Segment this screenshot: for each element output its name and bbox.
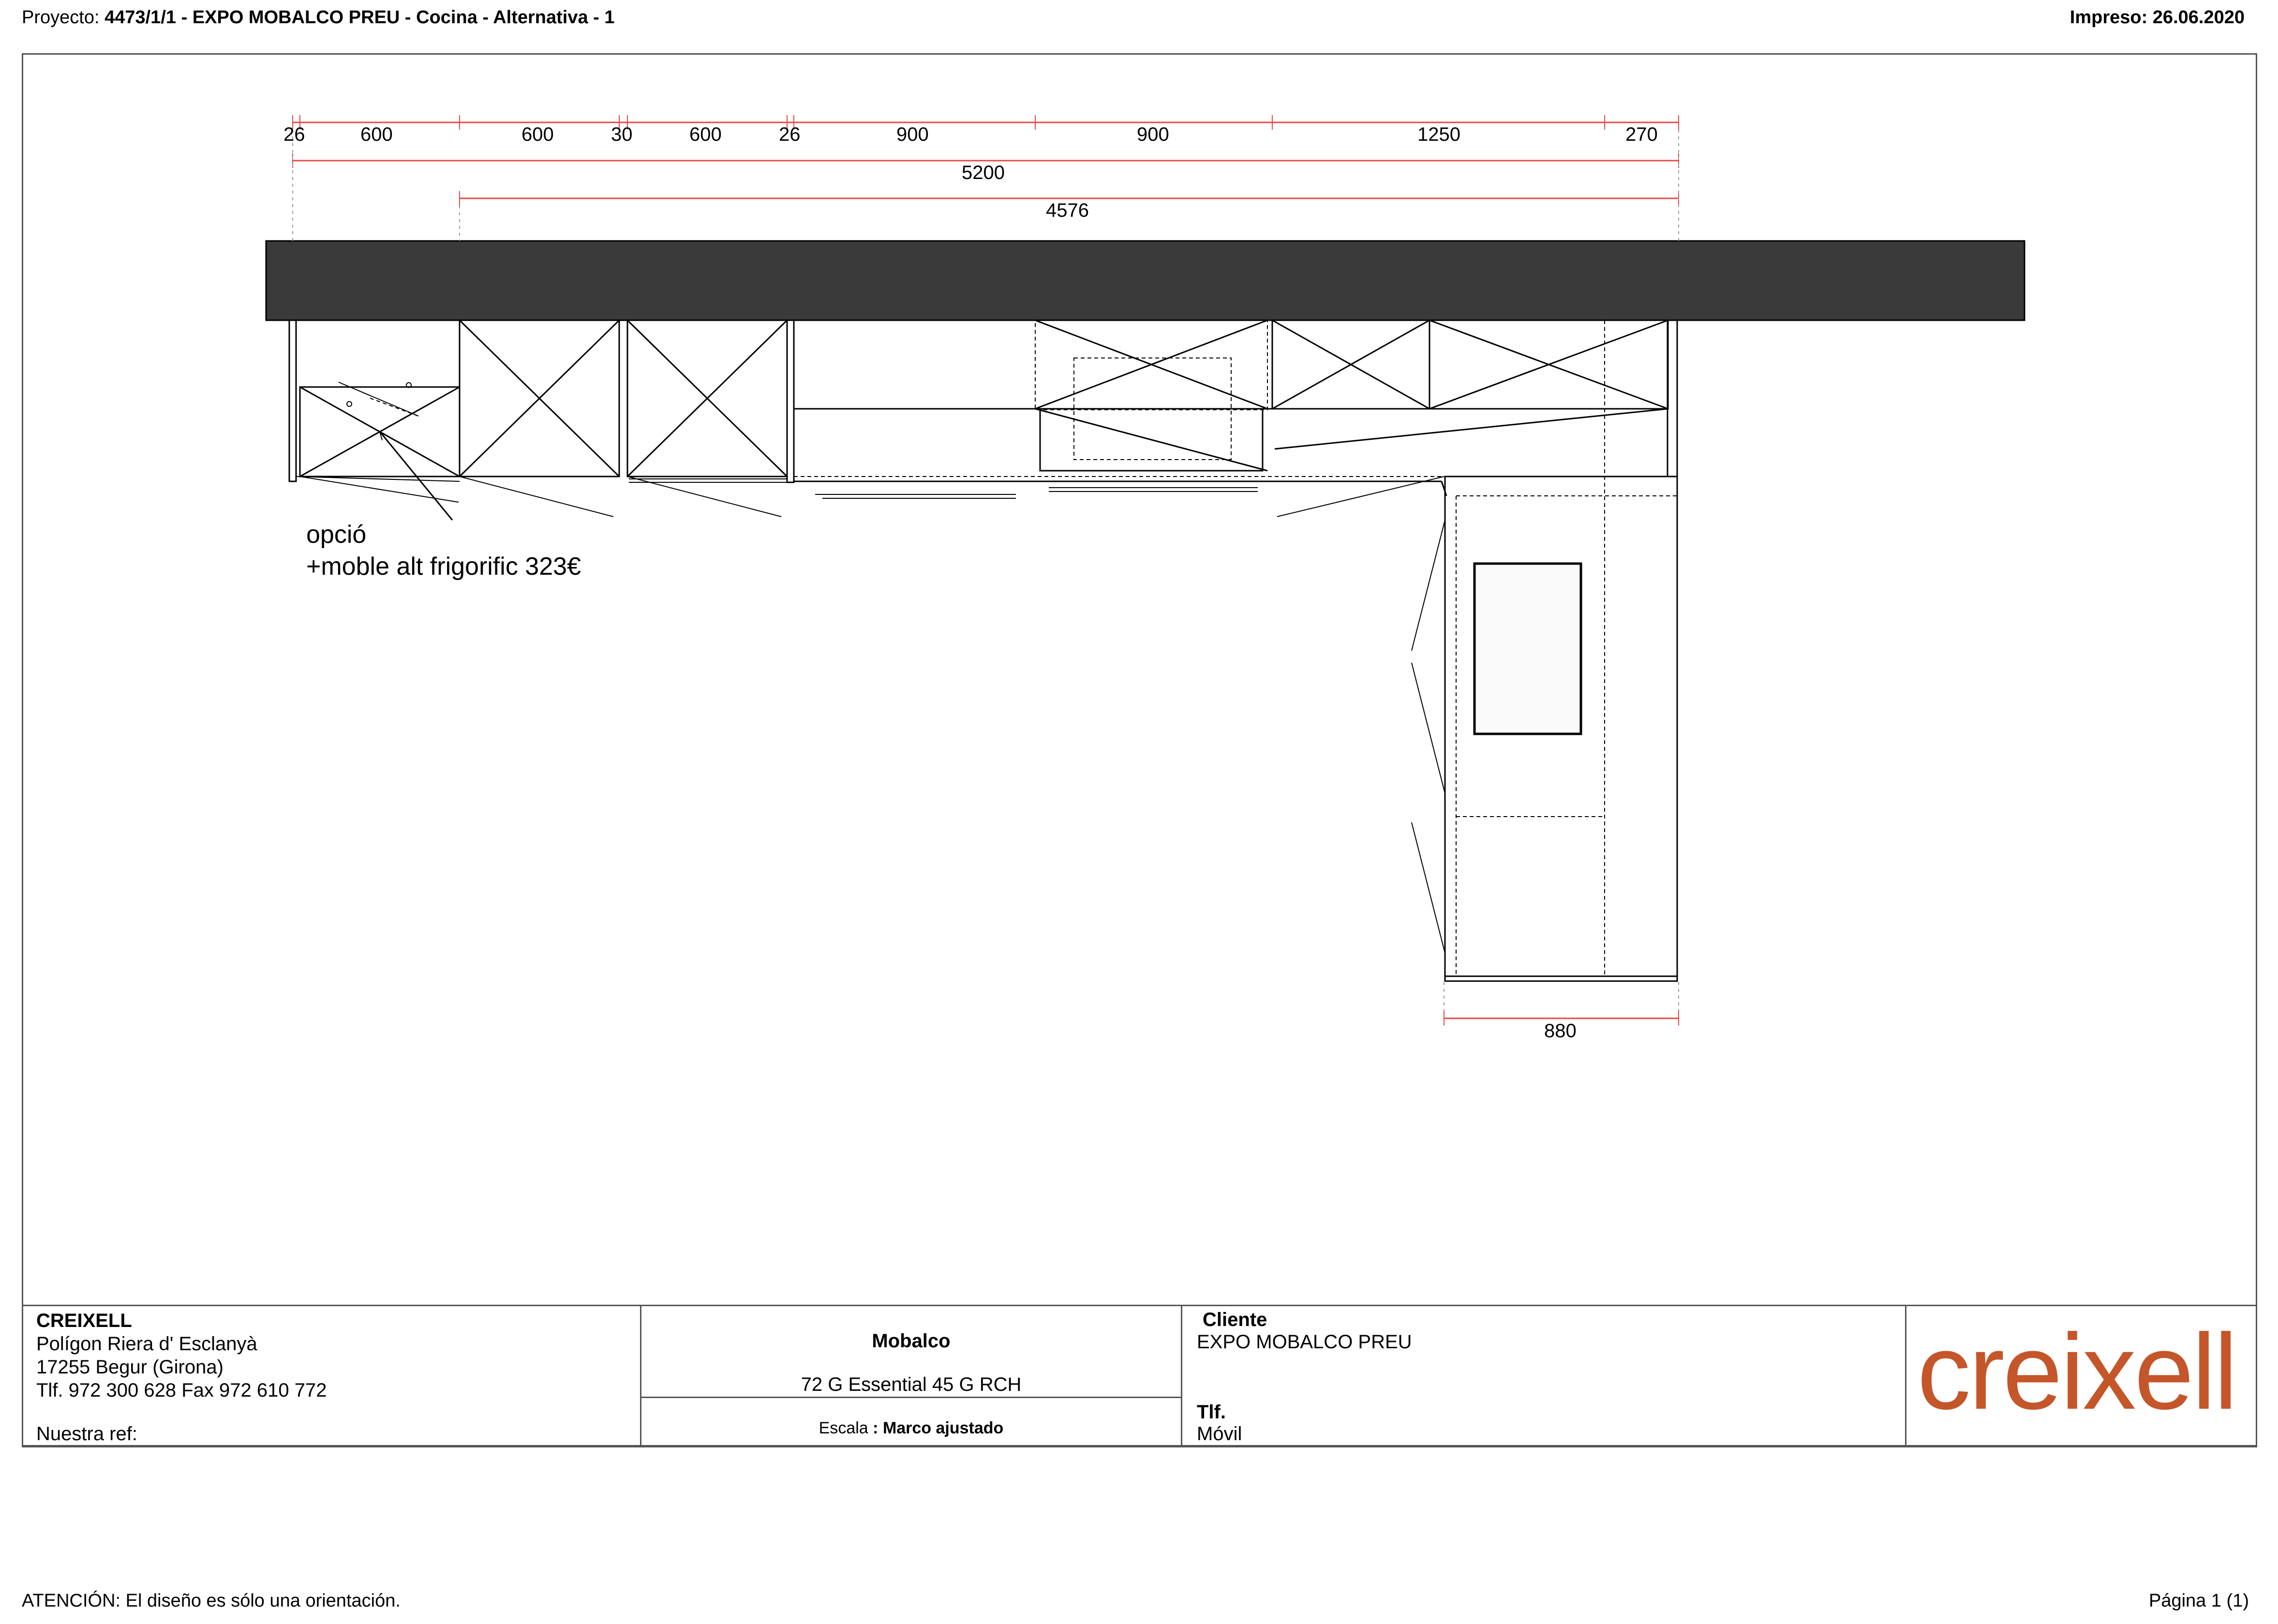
model-name: 72 G Essential 45 G RCH xyxy=(801,1374,1022,1395)
company-name: CREIXELL xyxy=(36,1310,132,1331)
dim-total-5200: 5200 xyxy=(962,162,1005,183)
company-cell: CREIXELL Polígon Riera d' Esclanyà 17255… xyxy=(23,1306,641,1446)
dim-600-b: 600 xyxy=(521,124,554,145)
brand-name: Mobalco xyxy=(872,1330,951,1352)
company-phone: Tlf. 972 300 628 Fax 972 610 772 xyxy=(36,1380,327,1401)
mobile-label: Móvil xyxy=(1197,1423,1242,1445)
company-address-2: 17255 Begur (Girona) xyxy=(36,1356,223,1378)
logo-cell: creixell xyxy=(1906,1306,2256,1446)
annotation-option: opció xyxy=(306,521,367,549)
dim-26-a: 26 xyxy=(283,124,305,145)
product-cell: Mobalco 72 G Essential 45 G RCH Escala :… xyxy=(641,1306,1182,1446)
attention-note: ATENCIÓN: El diseño es sólo una orientac… xyxy=(22,1591,401,1611)
dim-900-a: 900 xyxy=(896,124,929,145)
dim-30: 30 xyxy=(611,124,633,145)
side-panel-left xyxy=(288,318,297,482)
page-number: Página 1 (1) xyxy=(2148,1591,2249,1611)
scale: Escala : Marco ajustado xyxy=(641,1416,1181,1440)
tlf-label: Tlf. xyxy=(1197,1401,1226,1423)
company-address-1: Polígon Riera d' Esclanyà xyxy=(36,1333,257,1355)
sink-cutout xyxy=(1473,562,1582,735)
creixell-logo: creixell xyxy=(1917,1312,2238,1432)
scale-label: Escala xyxy=(819,1419,868,1437)
annotation-price: +moble alt frigorific 323€ xyxy=(306,552,581,581)
dim-900-b: 900 xyxy=(1137,124,1169,145)
dim-1250: 1250 xyxy=(1417,124,1460,145)
client-name: EXPO MOBALCO PREU xyxy=(1197,1331,1412,1353)
client-label: Cliente xyxy=(1203,1309,1267,1330)
dim-270: 270 xyxy=(1625,124,1658,145)
title-block: CREIXELL Polígon Riera d' Esclanyà 17255… xyxy=(22,1305,2257,1447)
dim-26-b: 26 xyxy=(779,124,801,145)
dim-600-c: 600 xyxy=(689,124,722,145)
countertop xyxy=(265,240,2025,321)
scale-value: : Marco ajustado xyxy=(873,1419,1004,1437)
dim-total-4576: 4576 xyxy=(1046,200,1089,221)
dim-880: 880 xyxy=(1544,1020,1577,1042)
client-cell: Cliente EXPO MOBALCO PREU Tlf. Móvil xyxy=(1182,1306,1906,1446)
dim-600-a: 600 xyxy=(360,124,393,145)
our-reference: Nuestra ref: xyxy=(36,1423,137,1445)
